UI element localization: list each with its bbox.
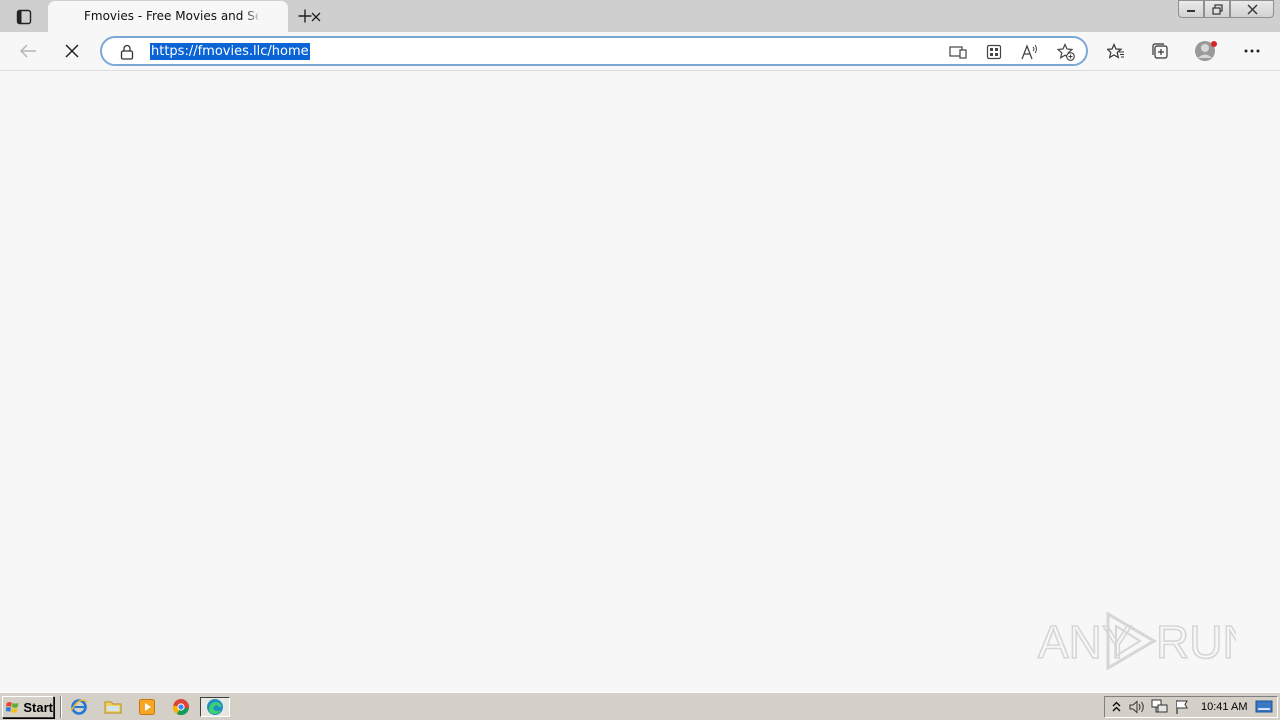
- tray-network[interactable]: [1149, 698, 1171, 716]
- media-player-icon: [139, 699, 155, 715]
- app-available-button[interactable]: [946, 41, 970, 63]
- window-controls: [1178, 0, 1274, 20]
- start-label: Start: [23, 699, 53, 715]
- read-aloud-icon: [1021, 44, 1037, 60]
- add-favorite-button[interactable]: [1054, 41, 1078, 63]
- chevron-up-icon: [1112, 701, 1120, 712]
- stop-icon: [65, 44, 79, 58]
- folder-icon: [104, 701, 122, 714]
- url-text[interactable]: https://fmovies.llc/home: [150, 43, 310, 60]
- tab-title: Fmovies - Free Movies and Series: [84, 9, 258, 23]
- favorites-button[interactable]: [1101, 37, 1131, 65]
- plus-icon: [298, 9, 312, 23]
- start-button[interactable]: Start: [2, 696, 54, 718]
- page-content: [0, 71, 1280, 692]
- collections-button[interactable]: [1145, 37, 1175, 65]
- back-arrow-icon: [19, 44, 36, 58]
- new-tab-button[interactable]: [292, 4, 318, 28]
- show-desktop-icon: [1255, 700, 1273, 713]
- restore-button[interactable]: [1204, 0, 1230, 18]
- browser-tab[interactable]: Fmovies - Free Movies and Series: [48, 1, 321, 32]
- restore-icon: [1211, 3, 1223, 15]
- anyrun-watermark: ANY RUN: [1036, 608, 1256, 674]
- stop-button[interactable]: [57, 37, 87, 65]
- tray-action-center[interactable]: [1171, 698, 1193, 716]
- taskbar-media-player[interactable]: [136, 697, 158, 717]
- extensions-button[interactable]: [982, 41, 1006, 63]
- taskbar-internet-explorer[interactable]: [68, 697, 90, 717]
- address-bar[interactable]: https://fmovies.llc/home: [100, 36, 1088, 66]
- tray-volume[interactable]: [1127, 698, 1149, 716]
- system-tray: 10:41 AM: [1104, 696, 1278, 718]
- browser-toolbar: https://fmovies.llc/home: [0, 32, 1280, 71]
- lock-icon: [120, 44, 134, 60]
- back-button[interactable]: [13, 37, 43, 65]
- extensions-grid-icon: [986, 44, 1002, 60]
- close-icon: [1247, 4, 1257, 14]
- site-info-button[interactable]: [118, 43, 136, 61]
- more-menu-icon: [1244, 49, 1260, 53]
- minimize-icon: [1187, 10, 1195, 12]
- favorites-icon: [1107, 43, 1124, 59]
- taskbar: Start 10:41 AM: [0, 692, 1280, 720]
- tab-strip: Fmovies - Free Movies and Series: [0, 0, 1280, 32]
- add-favorite-icon: [1057, 43, 1075, 61]
- flag-icon: [1176, 700, 1188, 714]
- svg-text:RUN: RUN: [1156, 616, 1236, 668]
- chrome-icon: [172, 699, 189, 716]
- read-aloud-button[interactable]: [1018, 41, 1042, 63]
- minimize-button[interactable]: [1178, 0, 1204, 18]
- taskbar-chrome[interactable]: [170, 697, 192, 717]
- taskbar-edge[interactable]: [200, 697, 230, 717]
- network-icon: [1151, 699, 1168, 713]
- tray-expand-button[interactable]: [1105, 698, 1127, 716]
- app-available-icon: [949, 46, 967, 59]
- anyrun-logo: ANY RUN: [1037, 611, 1256, 671]
- taskbar-file-explorer[interactable]: [102, 697, 124, 717]
- collections-icon: [1152, 43, 1168, 59]
- profile-avatar-icon: [1195, 41, 1217, 61]
- windows-logo-icon: [6, 701, 19, 713]
- tab-actions-button[interactable]: [8, 6, 40, 28]
- tab-actions-icon: [16, 9, 32, 25]
- volume-icon: [1129, 700, 1144, 714]
- window-close-button[interactable]: [1230, 0, 1274, 18]
- internet-explorer-icon: [70, 699, 88, 715]
- profile-button[interactable]: [1191, 37, 1221, 65]
- clock[interactable]: 10:41 AM: [1201, 701, 1247, 713]
- edge-icon: [207, 699, 223, 715]
- show-desktop-button[interactable]: [1253, 698, 1275, 716]
- settings-menu-button[interactable]: [1237, 37, 1267, 65]
